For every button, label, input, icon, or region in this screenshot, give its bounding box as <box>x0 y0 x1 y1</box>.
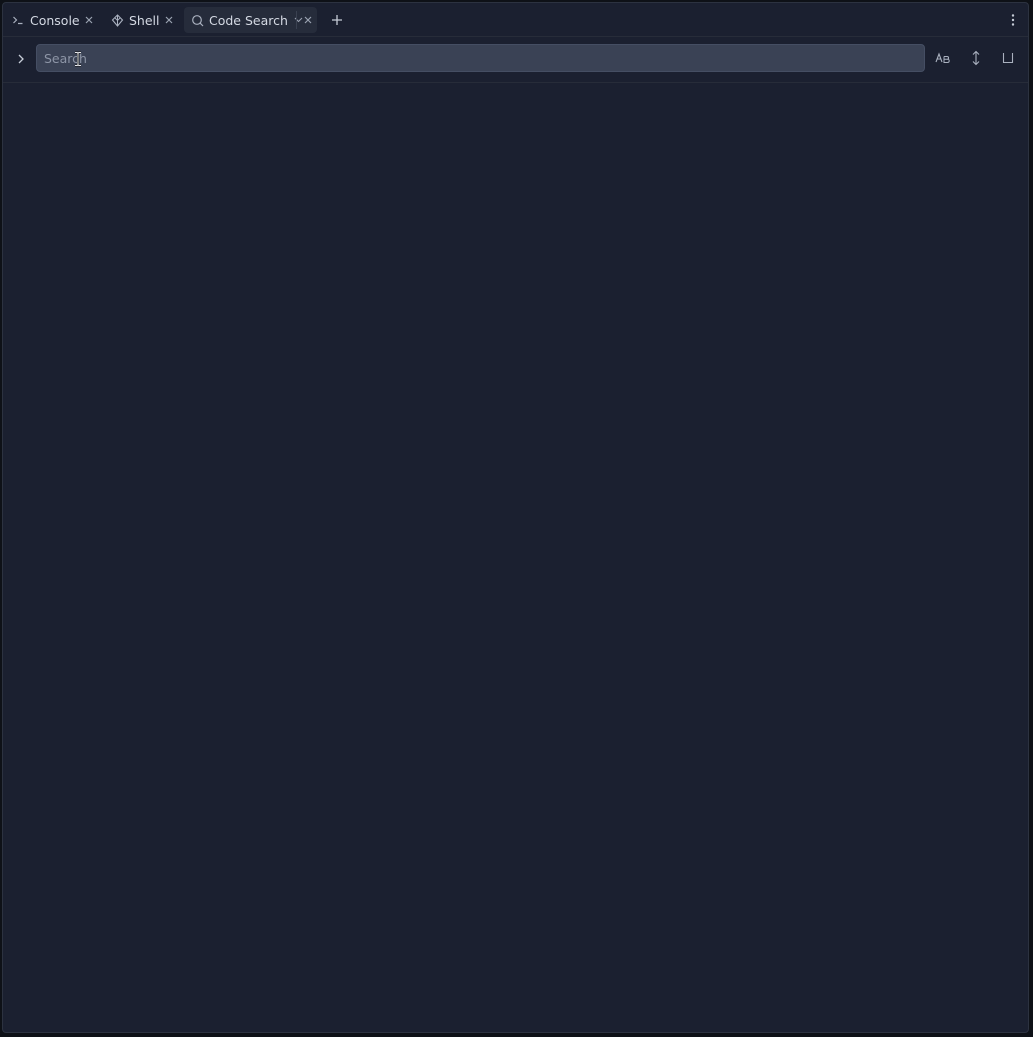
tab-bar: Console Shell Code Search <box>3 3 1028 37</box>
tab-shell[interactable]: Shell <box>110 7 160 33</box>
close-tab-shell-button[interactable] <box>161 12 177 28</box>
close-tab-console-button[interactable] <box>81 12 97 28</box>
tab-code-search[interactable]: Code Search <box>184 7 317 33</box>
expand-options-button[interactable] <box>13 51 29 67</box>
tab-divider <box>296 11 297 29</box>
match-case-button[interactable] <box>934 49 952 67</box>
open-panel-button[interactable] <box>999 49 1017 67</box>
tab-label: Shell <box>129 12 160 28</box>
terminal-icon <box>11 13 25 27</box>
search-bar <box>3 37 1028 83</box>
open-panel-icon <box>1002 53 1014 64</box>
tab-console[interactable]: Console <box>11 7 80 33</box>
tab-label: Code Search <box>209 12 288 28</box>
search-icon <box>190 13 204 27</box>
match-case-icon <box>935 52 950 63</box>
close-icon <box>85 16 93 24</box>
search-input[interactable] <box>36 44 925 72</box>
kebab-menu-icon <box>1011 14 1015 26</box>
expand-collapse-icon <box>972 50 980 66</box>
chevron-right-icon <box>18 54 24 64</box>
code-search-window: Console Shell Code Search <box>2 2 1029 1033</box>
more-options-button[interactable] <box>1006 11 1020 29</box>
tab-label: Console <box>30 12 80 28</box>
close-icon <box>165 16 173 24</box>
search-results-area <box>3 83 1028 1032</box>
expand-collapse-button[interactable] <box>967 49 985 67</box>
close-tab-code-search-button[interactable] <box>300 12 316 28</box>
add-tab-button[interactable] <box>328 11 346 29</box>
plus-icon <box>332 15 342 25</box>
close-icon <box>304 16 312 24</box>
shell-icon <box>110 13 124 27</box>
